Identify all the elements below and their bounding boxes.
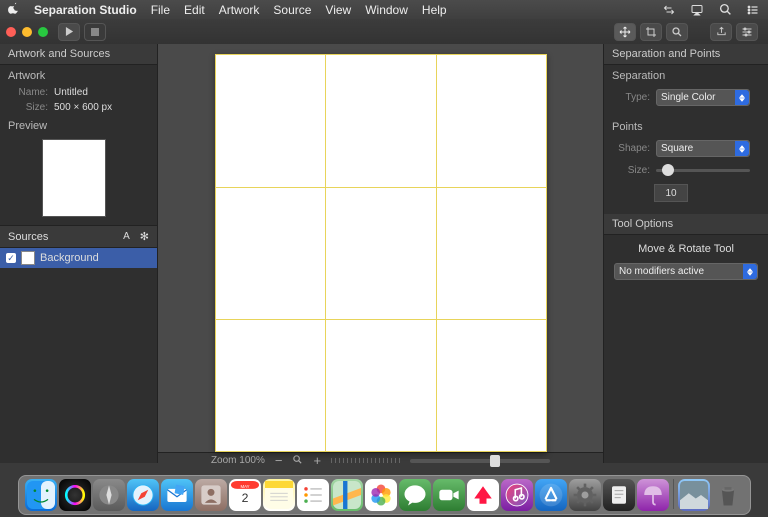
name-label: Name: bbox=[0, 87, 48, 98]
menu-file[interactable]: File bbox=[151, 3, 170, 17]
points-header: Points bbox=[604, 116, 768, 136]
source-thumb bbox=[21, 251, 35, 265]
preview-thumbnail bbox=[42, 139, 106, 217]
menu-source[interactable]: Source bbox=[273, 3, 311, 17]
separation-header: Separation bbox=[604, 65, 768, 85]
sources-header: Sources A ✻ bbox=[0, 225, 157, 248]
zoom-window[interactable] bbox=[38, 27, 48, 37]
menu-list-icon[interactable] bbox=[746, 3, 760, 17]
dock-tray: MAY 2 bbox=[18, 475, 751, 515]
calendar-icon[interactable]: MAY 2 bbox=[229, 479, 261, 511]
window-controls bbox=[6, 27, 48, 37]
sources-label: Sources bbox=[8, 231, 123, 243]
finder-icon[interactable] bbox=[25, 479, 57, 511]
left-panel-title: Artwork and Sources bbox=[0, 44, 157, 65]
close-window[interactable] bbox=[6, 27, 16, 37]
mail-icon[interactable] bbox=[161, 479, 193, 511]
facetime-icon[interactable] bbox=[433, 479, 465, 511]
search-icon[interactable] bbox=[718, 3, 732, 17]
dock-separator bbox=[673, 479, 674, 509]
source-name: Background bbox=[40, 252, 99, 264]
maps-icon[interactable] bbox=[331, 479, 363, 511]
messages-icon[interactable] bbox=[399, 479, 431, 511]
settings-button[interactable] bbox=[736, 23, 758, 41]
app-name[interactable]: Separation Studio bbox=[34, 3, 137, 17]
right-panel-title: Separation and Points bbox=[604, 44, 768, 65]
dock: MAY 2 bbox=[0, 463, 768, 517]
canvas[interactable] bbox=[215, 54, 547, 452]
appstore-icon[interactable] bbox=[535, 479, 567, 511]
news-icon[interactable] bbox=[467, 479, 499, 511]
source-checkbox[interactable]: ✓ bbox=[6, 253, 16, 263]
name-value: Untitled bbox=[54, 87, 88, 98]
size-value: 500 × 600 px bbox=[54, 102, 112, 113]
zoom-tool[interactable] bbox=[666, 23, 688, 41]
trash-icon[interactable] bbox=[712, 479, 744, 511]
chevron-updown-icon bbox=[743, 264, 757, 279]
chevron-updown-icon bbox=[735, 141, 749, 156]
sort-letter[interactable]: A bbox=[123, 231, 130, 242]
play-button[interactable] bbox=[58, 23, 80, 41]
shape-select[interactable]: Square bbox=[656, 140, 750, 157]
launchpad-icon[interactable] bbox=[93, 479, 125, 511]
point-size-label: Size: bbox=[604, 165, 650, 176]
contacts-icon[interactable] bbox=[195, 479, 227, 511]
type-value: Single Color bbox=[661, 92, 715, 103]
tool-name: Move & Rotate Tool bbox=[604, 235, 768, 263]
airplay-icon[interactable] bbox=[690, 3, 704, 17]
chevron-updown-icon bbox=[735, 90, 749, 105]
switch-icon[interactable] bbox=[662, 3, 676, 17]
apple-icon[interactable] bbox=[8, 2, 20, 17]
artwork-header: Artwork bbox=[0, 65, 157, 85]
source-row[interactable]: ✓ Background bbox=[0, 248, 157, 268]
center-panel: Zoom 100% − + bbox=[158, 44, 603, 463]
size-slider[interactable] bbox=[656, 169, 750, 172]
zoom-slider[interactable] bbox=[410, 459, 550, 463]
crop-tool[interactable] bbox=[640, 23, 662, 41]
tool-options-header: Tool Options bbox=[604, 214, 768, 235]
toolbar bbox=[0, 19, 768, 44]
share-button[interactable] bbox=[710, 23, 732, 41]
minimize-window[interactable] bbox=[22, 27, 32, 37]
umbrella-icon[interactable] bbox=[637, 479, 669, 511]
menu-edit[interactable]: Edit bbox=[184, 3, 205, 17]
menu-artwork[interactable]: Artwork bbox=[219, 3, 260, 17]
photos-icon[interactable] bbox=[365, 479, 397, 511]
menu-window[interactable]: Window bbox=[365, 3, 408, 17]
stop-button[interactable] bbox=[84, 23, 106, 41]
menu-help[interactable]: Help bbox=[422, 3, 447, 17]
safari-icon[interactable] bbox=[127, 479, 159, 511]
left-panel: Artwork and Sources Artwork Name: Untitle… bbox=[0, 44, 158, 463]
modifiers-value: No modifiers active bbox=[619, 266, 704, 277]
size-knob[interactable] bbox=[662, 164, 674, 176]
right-panel: Separation and Points Separation Type: S… bbox=[603, 44, 768, 463]
preferences-icon[interactable] bbox=[569, 479, 601, 511]
svg-text:2: 2 bbox=[241, 491, 248, 505]
modifiers-select[interactable]: No modifiers active bbox=[614, 263, 758, 280]
desktop-picture-icon[interactable] bbox=[678, 479, 710, 511]
svg-text:MAY: MAY bbox=[240, 484, 249, 489]
shape-value: Square bbox=[661, 143, 693, 154]
shape-label: Shape: bbox=[604, 143, 650, 154]
type-select[interactable]: Single Color bbox=[656, 89, 750, 106]
gear-icon[interactable]: ✻ bbox=[140, 230, 149, 243]
itunes-icon[interactable] bbox=[501, 479, 533, 511]
size-label: Size: bbox=[0, 102, 48, 113]
menu-view[interactable]: View bbox=[325, 3, 351, 17]
move-tool[interactable] bbox=[614, 23, 636, 41]
notes-icon[interactable] bbox=[263, 479, 295, 511]
type-label: Type: bbox=[604, 92, 650, 103]
app-icon[interactable] bbox=[603, 479, 635, 511]
reminders-icon[interactable] bbox=[297, 479, 329, 511]
menubar: Separation Studio File Edit Artwork Sour… bbox=[0, 0, 768, 19]
siri-icon[interactable] bbox=[59, 479, 91, 511]
size-value[interactable]: 10 bbox=[654, 184, 688, 202]
preview-header: Preview bbox=[0, 115, 157, 135]
